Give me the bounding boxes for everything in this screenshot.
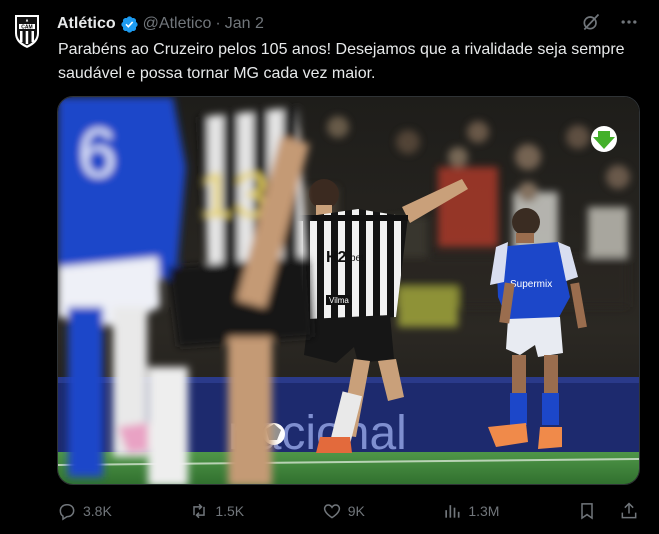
bar-chart-icon [442,501,462,521]
bookmark-icon[interactable] [577,501,597,521]
secondary-actions [577,501,639,521]
tweet-text: Parabéns ao Cruzeiro pelos 105 anos! Des… [58,41,625,82]
share-icon[interactable] [619,501,639,521]
grok-icon[interactable] [581,12,601,32]
like-button[interactable]: 9K [322,501,365,521]
tweet-action-bar: 3.8K 1.5K 9K 1.3M [57,499,639,523]
reply-icon [57,501,77,521]
verified-badge-icon[interactable] [120,15,139,34]
reply-button[interactable]: 3.8K [57,501,112,521]
separator-dot: · [215,15,221,32]
author-avatar[interactable]: CAM [10,10,44,50]
more-options-icon[interactable] [619,12,639,32]
repost-icon [189,501,209,521]
sponsor-bet-text: bet [350,253,364,264]
tweet-date[interactable]: Jan 2 [225,15,264,33]
like-count: 9K [347,503,365,519]
top-actions [581,12,639,32]
cruzeiro-sponsor: Supermix [510,279,552,290]
crest-text: CAM [21,24,32,30]
reply-count: 3.8K [83,503,112,519]
tweet-header: Atlético @Atletico · Jan 2 [57,13,264,35]
download-button[interactable] [591,126,617,152]
repost-button[interactable]: 1.5K [189,501,244,521]
heart-icon [322,501,342,521]
tweet-photo[interactable]: nacional Supermix H2 bet Vilma 6 13 [57,96,640,485]
author-handle[interactable]: @Atletico [143,15,212,33]
repost-count: 1.5K [215,503,245,519]
svg-text:6: 6 [78,114,117,192]
views-count: 1.3M [468,503,500,519]
sponsor-h2-text: H2 [326,249,347,266]
atletico-crest-logo: CAM [15,15,39,48]
views-button[interactable]: 1.3M [442,501,499,521]
sponsor-vilma-text: Vilma [329,296,349,305]
author-name[interactable]: Atlético [57,15,116,33]
